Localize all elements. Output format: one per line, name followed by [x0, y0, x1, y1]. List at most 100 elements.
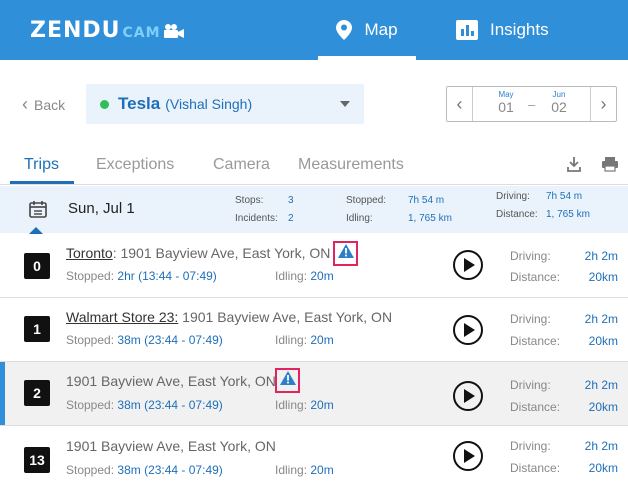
logo-text: ZENDU: [30, 18, 121, 43]
trip-stopped: Stopped: 38m (23:44 - 07:49): [66, 333, 223, 347]
trip-address: 1901 Bayview Ave, East York, ON: [66, 373, 276, 389]
play-icon: [464, 389, 475, 403]
driving-value: 2h 2m: [584, 312, 618, 326]
idling-label: Idling:: [275, 269, 308, 283]
date-to[interactable]: Jun 02: [544, 90, 574, 115]
date-to-month: Jun: [552, 90, 566, 99]
trip-stopped: Stopped: 38m (23:44 - 07:49): [66, 463, 223, 477]
selection-indicator: [0, 362, 5, 425]
date-next-button[interactable]: ›: [590, 87, 616, 121]
date-from-month: May: [498, 90, 514, 99]
play-trip-button[interactable]: [453, 441, 483, 471]
back-button[interactable]: ‹ Back: [22, 94, 65, 115]
distance-label: Distance:: [510, 334, 561, 348]
trip-stopped: Stopped: 38m (23:44 - 07:49): [66, 398, 223, 412]
stopped-value: 38m (23:44 - 07:49): [117, 463, 223, 477]
incident-warning[interactable]: [333, 241, 358, 266]
date-prev-button[interactable]: ‹: [447, 87, 473, 121]
top-nav-bar: ZENDU CAM Map Insights: [0, 0, 628, 60]
trip-address: Walmart Store 23: 1901 Bayview Ave, East…: [66, 309, 392, 325]
driving-value: 2h 2m: [584, 378, 618, 392]
nav-tab-insights[interactable]: Insights: [456, 0, 549, 60]
idling-label: Idling:: [275, 333, 308, 347]
day-summary[interactable]: Sun, Jul 1 Stops: 3 Incidents: 2 Stopped…: [0, 186, 628, 233]
tab-trips[interactable]: Trips: [24, 156, 59, 174]
stops-label: Stops:: [235, 195, 264, 206]
nav-tab-insights-label: Insights: [490, 20, 549, 39]
stopped-value: 38m (23:44 - 07:49): [117, 398, 223, 412]
play-trip-button[interactable]: [453, 250, 483, 280]
trip-address-text: 1901 Bayview Ave, East York, ON: [178, 309, 393, 325]
date-range-picker[interactable]: ‹ May 01 – Jun 02 ›: [446, 86, 617, 122]
trip-stopped: Stopped: 2hr (13:44 - 07:49): [66, 269, 217, 283]
distance-value: 20km: [588, 461, 618, 475]
stops-value: 3: [288, 195, 294, 206]
back-label: Back: [34, 96, 66, 113]
stopped-label: Stopped:: [66, 269, 115, 283]
stopped-label: Stopped:: [66, 463, 115, 477]
incidents-value: 2: [288, 213, 294, 224]
logo-subtext: CAM: [122, 25, 161, 41]
map-pin-icon: [336, 20, 353, 40]
trip-idling: Idling: 20m: [275, 398, 334, 412]
idling-value: 20m: [310, 269, 334, 283]
driving-label: Driving:: [496, 191, 530, 202]
warning-icon: [337, 244, 354, 263]
driving-value: 2h 2m: [584, 249, 618, 263]
print-icon[interactable]: [601, 156, 619, 177]
tab-measurements[interactable]: Measurements: [298, 156, 404, 174]
incidents-label: Incidents:: [235, 213, 278, 224]
distance-value: 20km: [588, 400, 618, 414]
chevron-left-icon: ‹: [456, 93, 463, 114]
play-trip-button[interactable]: [453, 315, 483, 345]
trip-row[interactable]: 1 Walmart Store 23: 1901 Bayview Ave, Ea…: [0, 298, 628, 362]
distance-value: 20km: [588, 270, 618, 284]
distance-value: 1, 765 km: [546, 209, 590, 220]
play-icon: [464, 258, 475, 272]
download-icon[interactable]: [567, 156, 581, 177]
distance-value: 20km: [588, 334, 618, 348]
driving-label: Driving:: [510, 249, 551, 263]
nav-active-indicator: [318, 56, 416, 60]
trip-row-selected[interactable]: 2 1901 Bayview Ave, East York, ON Stoppe…: [0, 362, 628, 426]
stopped-value: 38m (23:44 - 07:49): [117, 333, 223, 347]
tab-active-indicator: [10, 181, 74, 184]
date-to-day: 02: [551, 99, 567, 115]
trip-row[interactable]: 0 Toronto: 1901 Bayview Ave, East York, …: [0, 234, 628, 298]
trip-number-badge: 2: [24, 380, 50, 406]
idling-value: 20m: [310, 398, 334, 412]
trip-address-text: 1901 Bayview Ave, East York, ON: [66, 438, 276, 454]
vehicle-selector[interactable]: Tesla (Vishal Singh): [86, 84, 364, 124]
idling-label: Idling:: [275, 398, 308, 412]
driving-label: Driving:: [510, 312, 551, 326]
tab-camera[interactable]: Camera: [213, 156, 270, 174]
chevron-right-icon: ›: [600, 93, 607, 114]
incident-warning[interactable]: [275, 368, 300, 393]
trip-place-link[interactable]: Walmart Store 23:: [66, 309, 178, 325]
driving-value: 7h 54 m: [546, 191, 583, 202]
idling-value: 20m: [310, 463, 334, 477]
trip-row[interactable]: 13 1901 Bayview Ave, East York, ON Stopp…: [0, 426, 628, 487]
idling-label: Idling:: [346, 213, 373, 224]
tab-exceptions[interactable]: Exceptions: [96, 156, 174, 174]
trip-idling: Idling: 20m: [275, 333, 334, 347]
vehicle-name: Tesla: [118, 94, 161, 113]
trip-address-text: 1901 Bayview Ave, East York, ON: [66, 373, 276, 389]
date-from[interactable]: May 01: [491, 90, 521, 115]
stopped-value: 2hr (13:44 - 07:49): [117, 269, 217, 283]
trip-number-badge: 0: [24, 253, 50, 279]
distance-label: Distance:: [510, 400, 561, 414]
distance-label: Distance:: [496, 209, 538, 220]
play-trip-button[interactable]: [453, 381, 483, 411]
distance-label: Distance:: [510, 270, 561, 284]
idling-value: 20m: [310, 333, 334, 347]
trip-number-badge: 1: [24, 316, 50, 342]
chevron-left-icon: ‹: [22, 94, 28, 114]
trip-place-link[interactable]: Toronto: [66, 245, 113, 261]
date-separator: –: [528, 97, 536, 112]
summary-date: Sun, Jul 1: [68, 200, 135, 217]
stopped-label: Stopped:: [346, 195, 387, 206]
nav-tab-map[interactable]: Map: [318, 0, 416, 60]
warning-icon: [279, 371, 296, 390]
vehicle-status-dot: [100, 99, 109, 109]
